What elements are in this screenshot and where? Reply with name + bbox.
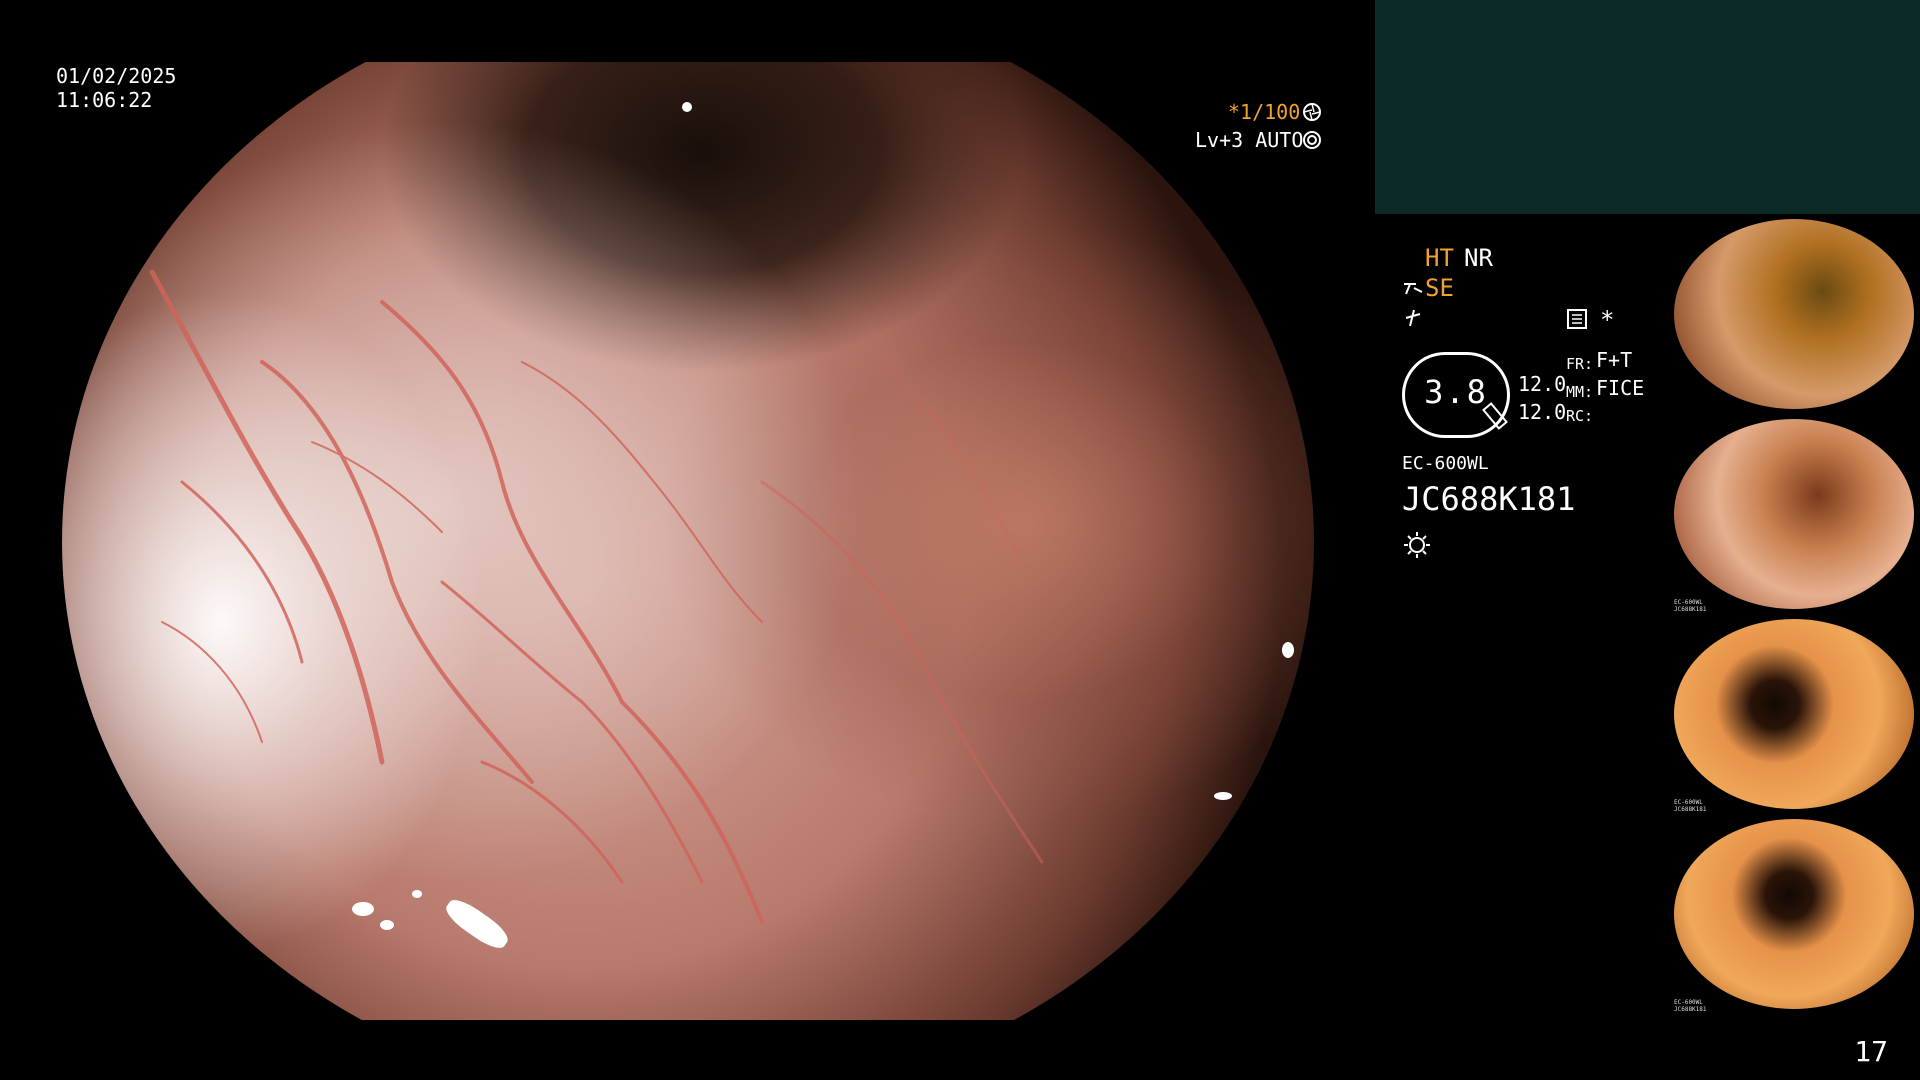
date-label: 01/02/2025 <box>56 64 177 88</box>
shutter-speed: *1/100 <box>1228 100 1301 124</box>
reflection-glint <box>352 902 374 916</box>
page-number: 17 <box>1854 1035 1888 1068</box>
value-top: 12.0 <box>1518 372 1567 396</box>
nr-label: NR <box>1464 244 1493 272</box>
reflection-glint <box>380 920 394 930</box>
fr-value: F+T <box>1596 348 1633 372</box>
structure-enhance-icon <box>1404 283 1423 295</box>
asterisk-mark: * <box>1600 306 1615 334</box>
freeze-icon <box>1405 309 1421 327</box>
iris-icon <box>1303 131 1321 149</box>
memory-card-icon <box>1567 309 1587 329</box>
thumbnail-label: EC-600WL JC688K181 <box>1674 799 1707 813</box>
value-bottom: 12.0 <box>1518 400 1567 424</box>
reflection-glint <box>412 890 422 898</box>
reflection-glint <box>1214 792 1232 800</box>
scope-serial: JC688K181 <box>1402 480 1576 518</box>
reflection-glint <box>1282 642 1294 658</box>
thumbnail-label: EC-600WL JC688K181 <box>1674 599 1707 613</box>
ht-label: HT <box>1425 244 1454 272</box>
thumbnail-4[interactable]: EC-600WL JC688K181 <box>1672 817 1920 1013</box>
magnification-gauge: 3.8 <box>1402 352 1510 438</box>
blood-vessels <box>149 269 1044 924</box>
aperture-icon <box>1303 103 1321 121</box>
brightness-level: Lv+3 AUTO <box>1195 128 1304 152</box>
fr-label: FR: <box>1566 355 1594 373</box>
light-source-icon <box>1404 532 1430 558</box>
mm-label: MM: <box>1566 383 1594 401</box>
rc-label: RC: <box>1566 407 1594 425</box>
thumbnail-label: EC-600WL JC688K181 <box>1674 999 1707 1013</box>
reflection-glint <box>682 102 692 112</box>
thumbnail-1[interactable] <box>1672 217 1920 413</box>
thumbnail-2[interactable]: EC-600WL JC688K181 <box>1672 417 1920 613</box>
se-label: SE <box>1425 274 1454 302</box>
time-label: 11:06:22 <box>56 88 153 112</box>
thumbnail-strip: EC-600WL JC688K181 EC-600WL JC688K181 EC-6… <box>1672 215 1920 1015</box>
endoscope-view <box>62 62 1314 1020</box>
mm-value: FICE <box>1596 376 1645 400</box>
info-panel-top <box>1375 0 1920 214</box>
thumbnail-3[interactable]: EC-600WL JC688K181 <box>1672 617 1920 813</box>
scope-model: EC-600WL <box>1402 453 1489 474</box>
